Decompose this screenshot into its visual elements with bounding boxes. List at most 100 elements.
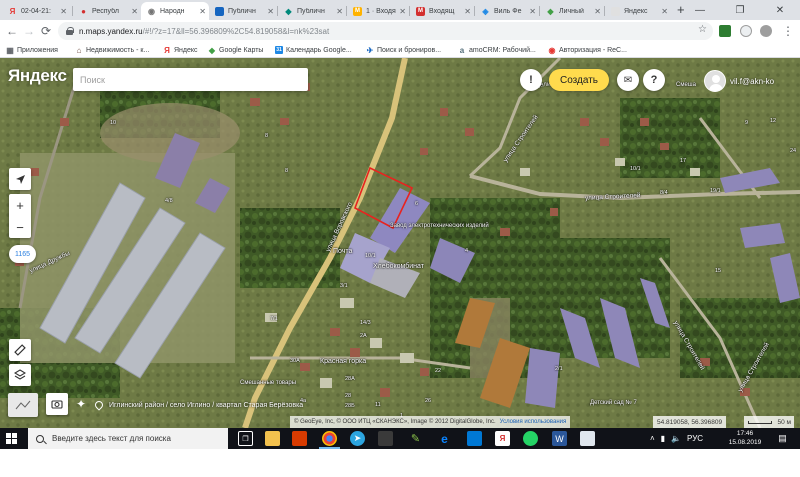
notifications-icon[interactable]: ▤ xyxy=(775,431,790,446)
taskbar-search-input[interactable]: Введите здесь текст для поиска xyxy=(28,428,228,449)
close-tab-icon[interactable]: ✕ xyxy=(60,7,67,16)
user-avatar[interactable] xyxy=(704,70,726,92)
forward-button[interactable]: → xyxy=(21,23,37,39)
building-number[interactable]: 10/1 xyxy=(630,166,641,172)
terms-link[interactable]: Условия использования xyxy=(500,419,567,425)
telegram-icon[interactable]: ➤ xyxy=(350,431,365,446)
close-tab-icon[interactable]: ✕ xyxy=(594,7,601,16)
user-menu[interactable]: vil.f@akn-ko xyxy=(704,68,800,94)
close-tab-icon[interactable]: ✕ xyxy=(399,7,406,16)
close-tab-icon[interactable]: ✕ xyxy=(267,7,274,16)
building-number[interactable]: 8/4 xyxy=(660,190,668,196)
poi-factory-label[interactable]: Завод электротехнических изделий xyxy=(390,223,489,230)
building-number[interactable]: 2А xyxy=(360,333,367,339)
browser-tab[interactable]: Я 02-04-21: ✕ xyxy=(2,2,70,20)
task-view-icon[interactable]: ❐ xyxy=(238,431,253,446)
poi-store-label[interactable]: Красная горка xyxy=(320,358,366,365)
poi-post-label[interactable]: Почта xyxy=(333,248,352,255)
messages-icon[interactable]: ✉ xyxy=(617,69,639,91)
whatsapp-icon[interactable] xyxy=(523,431,538,446)
close-tab-icon[interactable]: ✕ xyxy=(336,7,343,16)
poi-kindergarten-label[interactable]: Детский сад № 7 xyxy=(590,400,637,406)
volume-icon[interactable]: 🔈 xyxy=(671,434,681,443)
menu-kebab-icon[interactable]: ⋮ xyxy=(780,23,796,39)
reload-button[interactable]: ⟳ xyxy=(38,23,54,39)
building-number[interactable]: 12 xyxy=(770,118,776,124)
building-number[interactable]: 28Б xyxy=(345,403,355,409)
restore-button[interactable]: ❐ xyxy=(720,0,760,20)
bookmark-item[interactable]: a amoCRM: Рабочий... xyxy=(458,44,536,56)
building-number[interactable]: 10 xyxy=(110,120,116,126)
windows-start-icon[interactable] xyxy=(6,433,17,444)
building-number[interactable]: 28 xyxy=(345,393,351,399)
close-tab-icon[interactable]: ✕ xyxy=(131,7,138,16)
chevron-up-icon[interactable]: ˄ xyxy=(650,434,655,443)
back-button[interactable]: ← xyxy=(4,23,20,39)
evernote-extension-icon[interactable] xyxy=(719,25,731,37)
satellite-map[interactable]: Целинная улица улица Строителей улица Ст… xyxy=(0,58,800,428)
close-window-button[interactable]: ✕ xyxy=(760,0,800,20)
zoom-out-button[interactable]: − xyxy=(9,216,31,238)
building-number[interactable]: 10/1 xyxy=(365,253,376,259)
extension-icon[interactable] xyxy=(740,25,752,37)
browser-tab[interactable]: Яндекс ✕ xyxy=(605,2,671,20)
screenshot-button[interactable] xyxy=(46,393,68,415)
building-number[interactable]: 26 xyxy=(425,398,431,404)
minimize-button[interactable]: — xyxy=(680,0,720,20)
browser-tab[interactable]: Публичн ✕ xyxy=(209,2,277,20)
zoom-level-badge[interactable]: 1165 xyxy=(9,245,36,263)
layers-button[interactable] xyxy=(9,364,31,386)
system-clock[interactable]: 17:46 15.08.2019 xyxy=(722,429,768,447)
bookmark-item[interactable]: ✈ Поиск и брониров... xyxy=(366,44,441,56)
zoom-in-button[interactable]: + xyxy=(9,194,31,216)
browser-tab[interactable]: M Входящ ✕ xyxy=(410,2,474,20)
building-number[interactable]: 19/1 xyxy=(710,188,721,194)
building-number[interactable]: 8 xyxy=(285,168,288,174)
building-number[interactable]: 9 xyxy=(745,120,748,126)
ruler-button[interactable] xyxy=(9,339,31,361)
close-tab-icon[interactable]: ✕ xyxy=(661,7,668,16)
building-number[interactable]: 30А xyxy=(290,358,300,364)
network-icon[interactable]: ▮ xyxy=(661,434,665,443)
pegman-icon[interactable]: ✦ xyxy=(73,396,89,412)
building-number[interactable]: 4 xyxy=(465,248,468,254)
bookmark-item[interactable]: ⌂ Недвижимость - к... xyxy=(75,44,150,56)
keyboard-language[interactable]: РУС xyxy=(687,434,703,443)
help-icon[interactable]: ? xyxy=(643,69,665,91)
steam-icon[interactable] xyxy=(378,431,393,446)
browser-tab[interactable]: ◈ Виль Фе ✕ xyxy=(475,2,539,20)
building-number[interactable]: 2/1 xyxy=(555,366,563,372)
building-number[interactable]: 17 xyxy=(680,158,686,164)
create-button[interactable]: Создать xyxy=(549,69,609,91)
close-tab-icon[interactable]: ✕ xyxy=(199,7,206,16)
profile-avatar-icon[interactable] xyxy=(760,25,772,37)
close-tab-icon[interactable]: ✕ xyxy=(464,7,471,16)
building-number[interactable]: 14/3 xyxy=(360,320,371,326)
close-tab-icon[interactable]: ✕ xyxy=(529,7,536,16)
store-icon[interactable] xyxy=(467,431,482,446)
poi-store-label[interactable]: Смешанные товары xyxy=(240,380,296,387)
file-explorer-icon[interactable] xyxy=(265,431,280,446)
geolocation-button[interactable] xyxy=(9,168,31,190)
satellite-imagery[interactable] xyxy=(0,58,800,428)
bookmark-star-icon[interactable]: ☆ xyxy=(698,24,707,35)
browser-tab-active[interactable]: ◉ Народн ✕ xyxy=(141,2,209,20)
building-number[interactable]: 11 xyxy=(375,402,381,408)
coordinates-readout[interactable]: 54.819058, 56.396809 xyxy=(653,416,727,428)
browser-tab[interactable]: ◆ Личный ✕ xyxy=(540,2,604,20)
word-icon[interactable]: W xyxy=(552,431,567,446)
bookmark-item[interactable]: Я Яндекс xyxy=(163,44,197,56)
browser-tab[interactable]: ● Республ ✕ xyxy=(73,2,141,20)
building-number[interactable]: 24 xyxy=(790,148,796,154)
building-number[interactable]: 15 xyxy=(715,268,721,274)
bookmark-item[interactable]: ◉ Авторизация - ReC... xyxy=(548,44,627,56)
yandex-browser-icon[interactable]: Я xyxy=(495,431,510,446)
poi-store-label[interactable]: Смеша xyxy=(676,82,696,88)
yandex-logo[interactable]: Яндекс xyxy=(8,66,67,86)
building-number[interactable]: 3/1 xyxy=(340,283,348,289)
poi-bakery-label[interactable]: Хлебокомбинат xyxy=(373,263,424,270)
edge-icon[interactable]: e xyxy=(437,431,452,446)
building-number[interactable]: 6 xyxy=(415,201,418,207)
building-number[interactable]: 7/1 xyxy=(270,316,278,322)
browser-tab[interactable]: M 1 · Входя ✕ xyxy=(347,2,409,20)
